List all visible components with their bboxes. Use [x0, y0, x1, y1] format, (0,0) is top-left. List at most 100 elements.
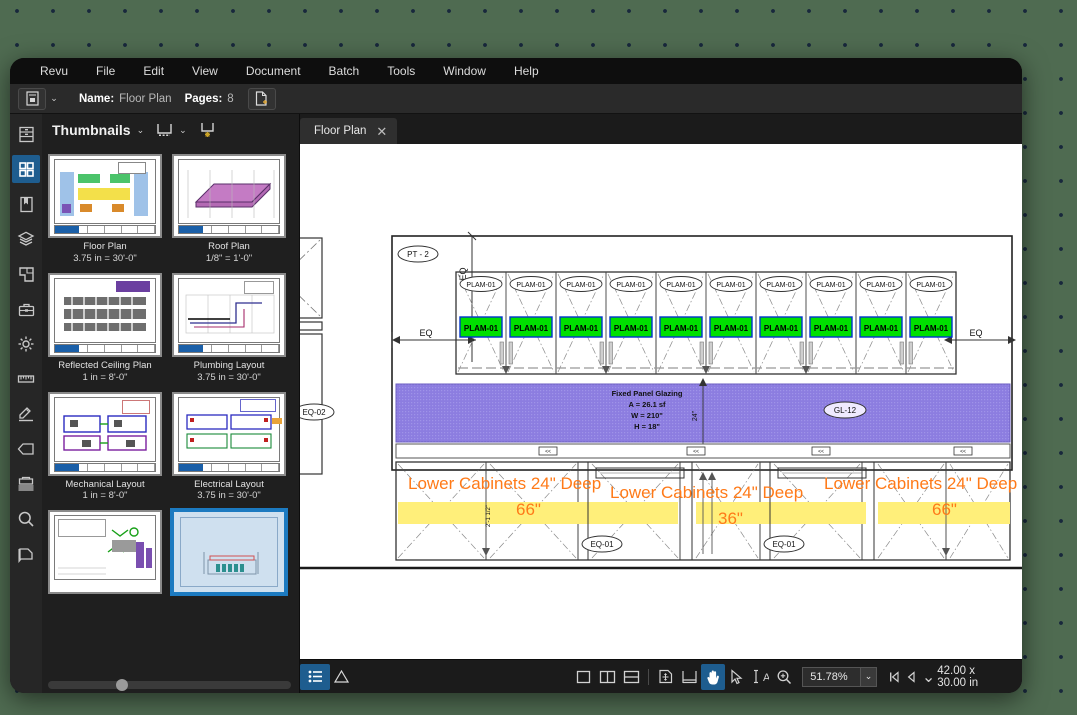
sidebar-item-tool-chest[interactable]: [12, 295, 40, 323]
batch-icon[interactable]: [12, 470, 40, 498]
new-page-icon[interactable]: [247, 87, 276, 110]
select-tool[interactable]: [725, 664, 749, 690]
ruler-icon[interactable]: [12, 365, 40, 393]
markup-plam-box[interactable]: PLAM-01: [664, 324, 699, 333]
tag-plam-callout: PLAM-01: [616, 282, 645, 289]
markup-list-icon[interactable]: [300, 663, 330, 690]
thumbnail-image[interactable]: [172, 272, 286, 357]
search-icon[interactable]: [12, 505, 40, 533]
list-item[interactable]: [172, 510, 286, 595]
name-value: Floor Plan: [119, 92, 172, 105]
menu-item-view[interactable]: View: [178, 60, 232, 82]
svg-text:<<: <<: [693, 449, 699, 455]
markup-plam-box[interactable]: PLAM-01: [514, 324, 549, 333]
thumbnail-image[interactable]: [172, 510, 286, 595]
list-item[interactable]: Plumbing Layout 3.75 in = 30'-0": [172, 272, 286, 384]
pan-tool[interactable]: [701, 663, 726, 690]
menu-item-document[interactable]: Document: [232, 60, 315, 82]
thumbnail-label: Floor Plan: [83, 241, 127, 252]
warning-indicator[interactable]: [330, 670, 354, 683]
markup-plam-box[interactable]: PLAM-01: [464, 324, 499, 333]
markup-text-cabinets-3b[interactable]: 66": [932, 500, 957, 519]
markup-plam-box[interactable]: PLAM-01: [614, 324, 649, 333]
document-profile-icon[interactable]: [18, 87, 46, 110]
sidebar-item-bookmarks[interactable]: [12, 190, 40, 218]
svg-text:<<: <<: [818, 449, 824, 455]
menu-item-window[interactable]: Window: [429, 60, 500, 82]
menu-item-help[interactable]: Help: [500, 60, 553, 82]
fit-width-button[interactable]: [678, 664, 702, 690]
page-highlight-icon[interactable]: [199, 122, 216, 138]
markup-plam-box[interactable]: PLAM-01: [914, 324, 949, 333]
thumbnail-image[interactable]: [172, 154, 286, 238]
page-layout-icon[interactable]: [156, 123, 173, 137]
close-icon[interactable]: ✕: [376, 125, 387, 138]
thumbnail-image[interactable]: [48, 272, 162, 357]
first-page-icon[interactable]: [885, 665, 902, 689]
zoom-level-select[interactable]: 51.78% ⌄: [802, 666, 877, 687]
list-item[interactable]: [48, 510, 162, 595]
view-single-page[interactable]: [572, 664, 596, 690]
markup-plam-box[interactable]: PLAM-01: [764, 324, 799, 333]
markup-text-cabinets-1a[interactable]: Lower Cabinets 24" Deep: [408, 474, 601, 493]
menu-item-tools[interactable]: Tools: [373, 60, 429, 82]
text-select-tool[interactable]: A: [749, 664, 773, 690]
thumbnail-image[interactable]: [48, 154, 162, 238]
list-item[interactable]: Reflected Ceiling Plan 1 in = 8'-0": [48, 272, 162, 384]
tag-plam-callout: PLAM-01: [666, 282, 695, 289]
thumbnail-label: Reflected Ceiling Plan: [58, 359, 152, 371]
chevron-down-icon[interactable]: ⌄: [860, 667, 876, 686]
markup-plam-box[interactable]: PLAM-01: [864, 324, 899, 333]
scrollbar-knob[interactable]: [116, 679, 129, 691]
overflow-chevron-down-icon[interactable]: ⌄: [920, 665, 937, 689]
menu-item-edit[interactable]: Edit: [129, 60, 178, 82]
thumbnails-horizontal-scrollbar[interactable]: [48, 679, 291, 691]
list-item[interactable]: Electrical Layout 3.75 in = 30'-0": [172, 391, 286, 503]
sidebar-item-layers[interactable]: [12, 225, 40, 253]
stamp-icon[interactable]: [12, 400, 40, 428]
document-meta: Name: Floor Plan Pages: 8: [79, 93, 234, 105]
view-split-horizontal[interactable]: [619, 664, 643, 690]
thumbnail-image[interactable]: [172, 391, 286, 476]
previous-page-icon[interactable]: [902, 665, 919, 689]
list-item[interactable]: Floor Plan 3.75 in = 30'-0": [48, 154, 162, 265]
markup-plam-box[interactable]: PLAM-01: [564, 324, 599, 333]
view-split-vertical[interactable]: [596, 664, 620, 690]
markup-text-cabinets-3a[interactable]: Lower Cabinets 24" Deep: [824, 474, 1017, 493]
profile-chevron-down-icon[interactable]: ⌄: [47, 88, 61, 110]
sidebar-item-file-access[interactable]: [12, 120, 40, 148]
markup-list-toggle[interactable]: [300, 663, 330, 690]
panel-chevron-down-icon[interactable]: ⌄: [137, 125, 145, 136]
name-label: Name:: [79, 92, 115, 105]
zoom-tool[interactable]: [773, 664, 797, 690]
markup-icon[interactable]: [12, 540, 40, 568]
menu-item-batch[interactable]: Batch: [315, 60, 374, 82]
markup-text-cabinets-1b[interactable]: 66": [516, 500, 541, 519]
markup-text-cabinets-2b[interactable]: 36": [718, 509, 743, 528]
tag-icon[interactable]: [12, 435, 40, 463]
menu-item-file[interactable]: File: [82, 60, 129, 82]
sidebar-item-thumbnails[interactable]: [12, 155, 40, 183]
revu-application-window: Revu File Edit View Document Batch Tools…: [10, 58, 1022, 693]
markup-text-cabinets-2a[interactable]: Lower Cabinets 24" Deep: [610, 483, 803, 502]
gear-icon[interactable]: [12, 330, 40, 358]
thumbnails-list[interactable]: Floor Plan 3.75 in = 30'-0" Roof Plan 1/…: [42, 146, 299, 693]
tab-floor-plan[interactable]: Floor Plan ✕: [300, 118, 398, 144]
thumbnail-image[interactable]: [48, 510, 162, 595]
layout-chevron-down-icon[interactable]: ⌄: [179, 125, 187, 136]
list-item[interactable]: Mechanical Layout 1 in = 8'-0": [48, 391, 162, 503]
tag-pt2: PT - 2: [407, 250, 429, 259]
main-body: Thumbnails ⌄ ⌄ Floor Plan 3.75 in = 30'-…: [10, 114, 1022, 693]
list-item[interactable]: Roof Plan 1/8" = 1'-0": [172, 154, 286, 265]
menu-item-revu[interactable]: Revu: [26, 60, 82, 82]
pdf-canvas[interactable]: EQ-02 PT - 2 EQ EQ EQ PLAM-01 PLAM-01 PL…: [300, 144, 1022, 659]
markup-plam-box[interactable]: PLAM-01: [814, 324, 849, 333]
glazing-note-line2: A = 26.1 sf: [628, 400, 666, 409]
markup-plam-box[interactable]: PLAM-01: [714, 324, 749, 333]
tag-plam-callout: PLAM-01: [766, 282, 795, 289]
zoom-level-value: 51.78%: [810, 670, 848, 683]
fit-page-button[interactable]: [654, 664, 678, 690]
thumbnail-image[interactable]: [48, 391, 162, 476]
glazing-note-line4: H = 18": [634, 422, 660, 431]
sidebar-item-spaces[interactable]: [12, 260, 40, 288]
